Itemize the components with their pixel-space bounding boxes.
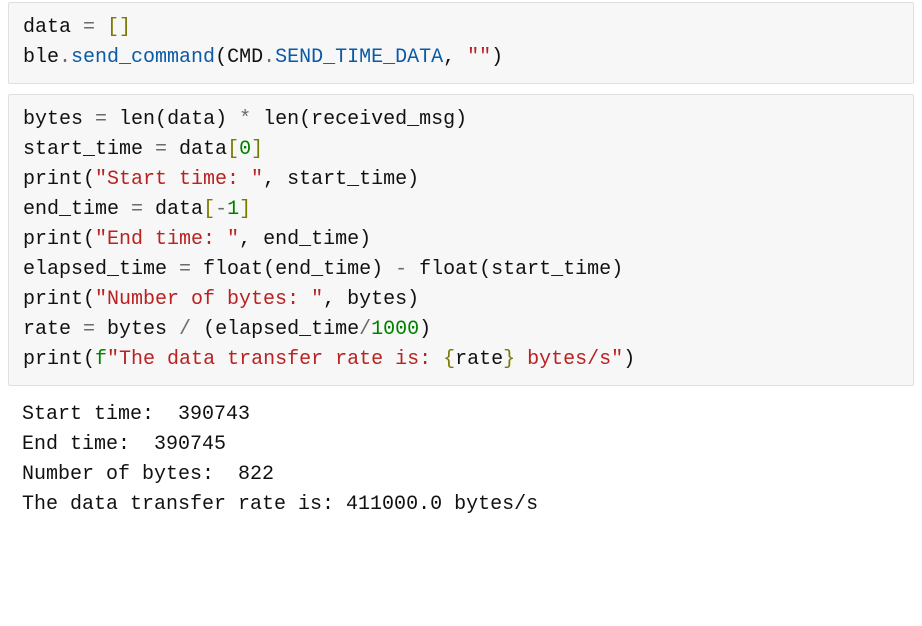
token: ) bbox=[371, 258, 395, 281]
token: = bbox=[83, 16, 107, 39]
token: 1000 bbox=[371, 318, 419, 341]
token: , bbox=[239, 228, 263, 251]
token: elapsed_time bbox=[23, 258, 179, 281]
token: len bbox=[263, 108, 299, 131]
token: - bbox=[395, 258, 419, 281]
token: bytes/s" bbox=[515, 348, 623, 371]
token: data bbox=[23, 16, 83, 39]
output-cell: Start time: 390743 End time: 390745 Numb… bbox=[8, 396, 914, 524]
token: , bbox=[263, 168, 287, 191]
token: float bbox=[203, 258, 263, 281]
token: ) bbox=[359, 228, 371, 251]
token: start_time bbox=[23, 138, 155, 161]
token: . bbox=[263, 46, 275, 69]
token: } bbox=[503, 348, 515, 371]
output-line: Start time: 390743 bbox=[22, 403, 250, 426]
token: / bbox=[359, 318, 371, 341]
code-cell-1[interactable]: data = [] ble.send_command(CMD.SEND_TIME… bbox=[8, 2, 914, 84]
token: start_time bbox=[287, 168, 407, 191]
token: ( bbox=[83, 228, 95, 251]
token: ] bbox=[251, 138, 263, 161]
token: ) bbox=[623, 348, 635, 371]
token: rate bbox=[455, 348, 503, 371]
token: "The data transfer rate is: bbox=[107, 348, 443, 371]
token: ) bbox=[419, 318, 431, 341]
token: print bbox=[23, 288, 83, 311]
token: send_command bbox=[71, 46, 215, 69]
token: = bbox=[95, 108, 119, 131]
token: data bbox=[167, 108, 215, 131]
token: start_time bbox=[491, 258, 611, 281]
token: received_msg bbox=[311, 108, 455, 131]
token: len bbox=[119, 108, 155, 131]
token: f bbox=[95, 348, 107, 371]
token: "End time: " bbox=[95, 228, 239, 251]
token: ( bbox=[83, 168, 95, 191]
code-block-2: bytes = len(data) * len(received_msg) st… bbox=[23, 105, 899, 375]
code-block-1: data = [] ble.send_command(CMD.SEND_TIME… bbox=[23, 13, 899, 73]
token: 1 bbox=[227, 198, 239, 221]
token: bytes bbox=[23, 108, 95, 131]
token: SEND_TIME_DATA bbox=[275, 46, 443, 69]
output-text: Start time: 390743 End time: 390745 Numb… bbox=[22, 400, 900, 520]
token: ( bbox=[299, 108, 311, 131]
token: "" bbox=[467, 46, 491, 69]
token: 0 bbox=[239, 138, 251, 161]
token: ) bbox=[407, 288, 419, 311]
token: { bbox=[443, 348, 455, 371]
token: elapsed_time bbox=[215, 318, 359, 341]
token: float bbox=[419, 258, 479, 281]
token: = bbox=[131, 198, 155, 221]
token: "Number of bytes: " bbox=[95, 288, 323, 311]
token: [ bbox=[203, 198, 215, 221]
token: [ bbox=[227, 138, 239, 161]
token: ( bbox=[215, 46, 227, 69]
token: "Start time: " bbox=[95, 168, 263, 191]
token: print bbox=[23, 228, 83, 251]
token: / bbox=[179, 318, 203, 341]
token: - bbox=[215, 198, 227, 221]
token: . bbox=[59, 46, 71, 69]
token: data bbox=[179, 138, 227, 161]
code-cell-2[interactable]: bytes = len(data) * len(received_msg) st… bbox=[8, 94, 914, 386]
output-line: Number of bytes: 822 bbox=[22, 463, 274, 486]
token: ble bbox=[23, 46, 59, 69]
token: ) bbox=[611, 258, 623, 281]
token: ] bbox=[239, 198, 251, 221]
token: data bbox=[155, 198, 203, 221]
token: * bbox=[239, 108, 263, 131]
token: ( bbox=[83, 288, 95, 311]
output-line: End time: 390745 bbox=[22, 433, 226, 456]
token: [ bbox=[107, 16, 119, 39]
token: ) bbox=[455, 108, 467, 131]
token: ( bbox=[155, 108, 167, 131]
token: rate bbox=[23, 318, 83, 341]
token: ( bbox=[479, 258, 491, 281]
token: CMD bbox=[227, 46, 263, 69]
token: ( bbox=[203, 318, 215, 341]
token: print bbox=[23, 348, 83, 371]
token: print bbox=[23, 168, 83, 191]
output-line: The data transfer rate is: 411000.0 byte… bbox=[22, 493, 538, 516]
token: end_time bbox=[263, 228, 359, 251]
token: ) bbox=[407, 168, 419, 191]
token: bytes bbox=[347, 288, 407, 311]
token: end_time bbox=[275, 258, 371, 281]
token: ( bbox=[83, 348, 95, 371]
token: , bbox=[323, 288, 347, 311]
token: bytes bbox=[107, 318, 179, 341]
token: end_time bbox=[23, 198, 131, 221]
token: ( bbox=[263, 258, 275, 281]
token: = bbox=[179, 258, 203, 281]
token: ] bbox=[119, 16, 131, 39]
token: = bbox=[83, 318, 107, 341]
token: ) bbox=[491, 46, 503, 69]
token: = bbox=[155, 138, 179, 161]
token: , bbox=[443, 46, 467, 69]
token: ) bbox=[215, 108, 239, 131]
